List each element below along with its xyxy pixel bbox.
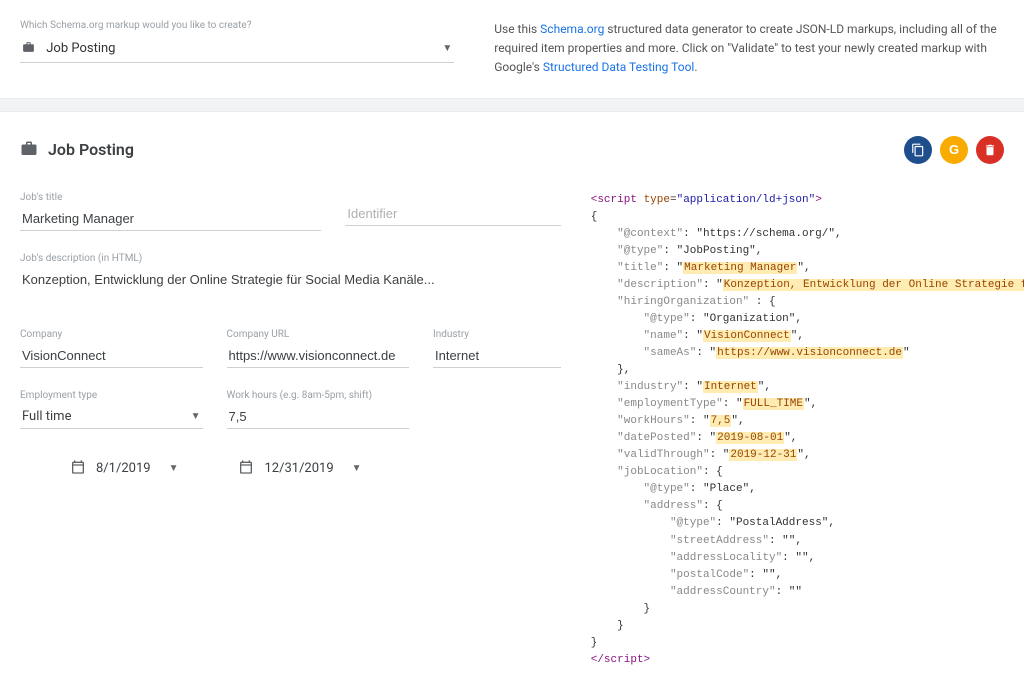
date-from-picker[interactable]: 8/1/2019 ▼ — [70, 459, 178, 479]
industry-input[interactable] — [433, 344, 561, 368]
chevron-down-icon: ▼ — [169, 463, 179, 474]
action-buttons: G — [904, 136, 1004, 164]
code-panel: <script type="application/ld+json"> { "@… — [591, 192, 1004, 669]
google-validate-button[interactable]: G — [940, 136, 968, 164]
description-input[interactable] — [20, 268, 561, 291]
industry-label: Industry — [433, 329, 561, 340]
help-text: Use this Schema.org structured data gene… — [494, 20, 1004, 78]
chevron-down-icon: ▼ — [191, 411, 201, 422]
company-input[interactable] — [20, 344, 203, 368]
company-url-input[interactable] — [227, 344, 410, 368]
employment-type-label: Employment type — [20, 390, 203, 401]
schema-link[interactable]: Schema.org — [540, 22, 604, 36]
date-to-picker[interactable]: 12/31/2019 ▼ — [238, 459, 361, 479]
employment-type-select[interactable]: Full time ▼ — [20, 405, 203, 429]
main-header: Job Posting G — [20, 136, 1004, 164]
delete-button[interactable] — [976, 136, 1004, 164]
section-divider — [0, 98, 1024, 112]
json-ld-output[interactable]: <script type="application/ld+json"> { "@… — [591, 192, 1004, 669]
description-label: Job's description (in HTML) — [20, 253, 561, 264]
markup-selector-area: Which Schema.org markup would you like t… — [20, 20, 454, 78]
company-label: Company — [20, 329, 203, 340]
calendar-icon — [238, 459, 254, 479]
content-area: Job's title Job's description (in HTML) … — [20, 192, 1004, 669]
calendar-icon — [70, 459, 86, 479]
selector-label: Which Schema.org markup would you like t… — [20, 20, 454, 31]
markup-type-dropdown[interactable]: Job Posting ▼ — [20, 35, 454, 63]
page-title: Job Posting — [20, 139, 134, 160]
copy-button[interactable] — [904, 136, 932, 164]
selector-value: Job Posting — [46, 41, 115, 56]
briefcase-icon — [22, 41, 35, 56]
testing-tool-link[interactable]: Structured Data Testing Tool — [543, 60, 695, 74]
identifier-input[interactable] — [345, 202, 560, 226]
main-section: Job Posting G Job's title Job's descrip — [0, 112, 1024, 693]
work-hours-label: Work hours (e.g. 8am-5pm, shift) — [227, 390, 410, 401]
chevron-down-icon: ▼ — [442, 43, 452, 54]
company-url-label: Company URL — [227, 329, 410, 340]
chevron-down-icon: ▼ — [352, 463, 362, 474]
work-hours-input[interactable] — [227, 405, 410, 429]
title-label: Job's title — [20, 192, 321, 203]
briefcase-icon — [20, 139, 38, 160]
top-section: Which Schema.org markup would you like t… — [0, 0, 1024, 98]
title-input[interactable] — [20, 207, 321, 231]
form-panel: Job's title Job's description (in HTML) … — [20, 192, 561, 669]
